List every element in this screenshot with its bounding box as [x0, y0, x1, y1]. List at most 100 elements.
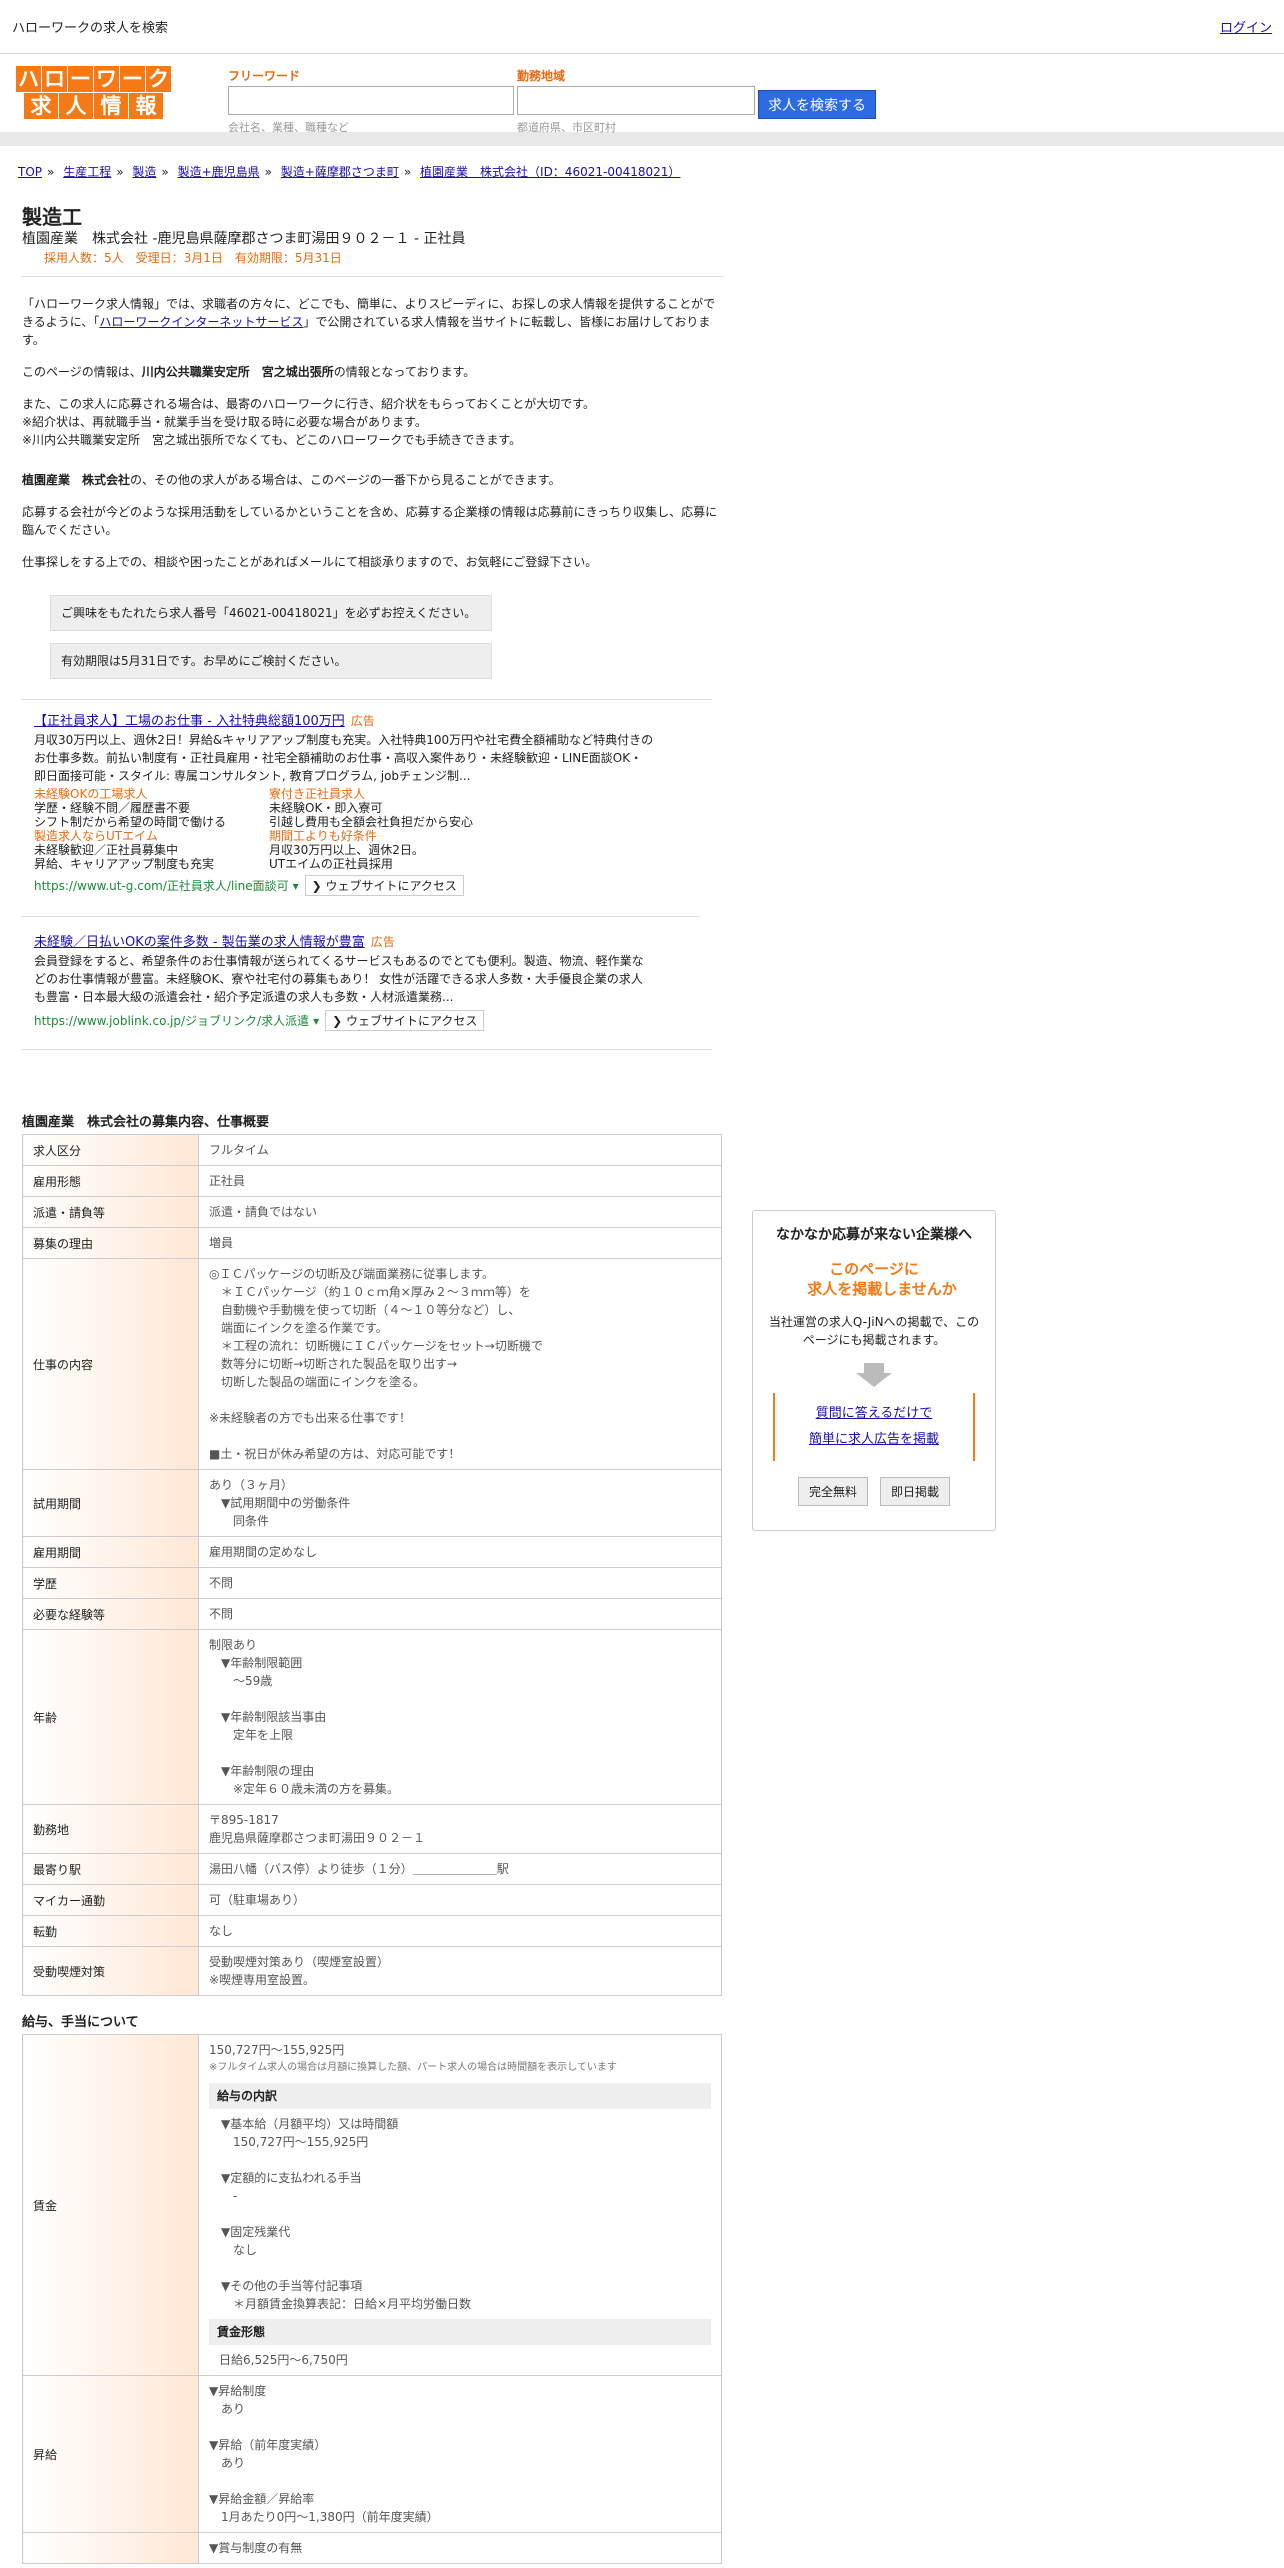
ad-title-link[interactable]: 未経験／日払いOKの案件多数 - 製缶業の求人情報が豊富: [34, 935, 365, 950]
area-hint: 都道府県、市区町村: [517, 121, 616, 134]
visit-site-button[interactable]: ❯ ウェブサイトにアクセス: [325, 1010, 485, 1031]
wage-range: 150,727円〜155,925円: [209, 2043, 345, 2057]
row-label: 雇用期間: [22, 1536, 199, 1568]
login-link[interactable]: ログイン: [1220, 17, 1272, 36]
advertise-links: 質問に答えるだけで 簡単に求人広告を掲載: [773, 1393, 975, 1461]
ad-title-link[interactable]: 【正社員求人】工場のお仕事 - 入社特典総額100万円: [34, 714, 345, 729]
breakdown-text: ▼基本給（月額平均）又は時間額 150,727円〜155,925円 ▼定額的に支…: [221, 2117, 472, 2311]
row-label: 学歴: [22, 1567, 199, 1599]
question-link[interactable]: 質問に答えるだけで: [816, 1406, 933, 1421]
breadcrumb-item[interactable]: 製造+鹿児島県: [178, 165, 260, 179]
table-row: 雇用期間 雇用期間の定めなし: [22, 1536, 722, 1568]
main-content: 製造工 植園産業 株式会社 -鹿児島県薩摩郡さつま町湯田９０２－１ - 正社員 …: [22, 192, 724, 2564]
intro-text: の情報となっております。: [333, 365, 476, 379]
ad-sitelink-desc: 未経験歓迎／正社員募集中 昇給、キャリアアップ制度も充実: [34, 843, 215, 871]
table-row: 必要な経験等 不問: [22, 1598, 722, 1630]
breadcrumb-item[interactable]: 製造: [132, 165, 156, 179]
ad-url[interactable]: https://www.ut-g.com/正社員求人/line面談可: [34, 877, 289, 894]
hellowork-internet-link[interactable]: ハローワークインターネットサービス: [99, 315, 303, 329]
row-label: マイカー通勤: [22, 1884, 199, 1916]
row-label: 試用期間: [22, 1469, 199, 1537]
logo-char: ー: [120, 66, 145, 92]
ad-sitelink-desc: 月収30万円以上、週休2日。 UTエイムの正社員採用: [269, 843, 424, 871]
recruit-section-title: 植園産業 株式会社の募集内容、仕事概要: [22, 1115, 270, 1130]
logo-char: 人: [59, 93, 93, 119]
logo-char: 報: [129, 93, 163, 119]
same-day-button[interactable]: 即日掲載: [880, 1477, 951, 1506]
table-row: 試用期間 あり（３ヶ月） ▼試用期間中の労働条件 同条件: [22, 1469, 722, 1537]
ad-sitelink-title[interactable]: 未経験OKの工場求人: [34, 787, 147, 801]
table-row: 賃金 150,727円〜155,925円 ※フルタイム求人の場合は月額に換算した…: [22, 2034, 722, 2376]
intro: 「ハローワーク求人情報」では、求職者の方々に、どこでも、簡単に、よりスピーディに…: [22, 295, 724, 571]
ad-url-row: https://www.ut-g.com/正社員求人/line面談可 ▾ ❯ ウェブ…: [34, 875, 700, 896]
table-row: 受動喫煙対策 受動喫煙対策あり（喫煙室設置） ※喫煙専用室設置。: [22, 1946, 722, 1996]
breadcrumb-item[interactable]: 植園産業 株式会社（ID：46021-00418021）: [420, 165, 680, 179]
intro-text: の、その他の求人がある場合は、このページの一番下から見ることができます。: [130, 473, 561, 487]
ad-sitelink[interactable]: 寮付き正社員求人 未経験OK・即入寮可 引越し費用も全額会社負担だから安心: [269, 787, 504, 829]
ad-block: 未経験／日払いOKの案件多数 - 製缶業の求人情報が豊富 広告 会員登録をすると、…: [22, 916, 700, 1043]
row-label: 受動喫煙対策: [22, 1946, 199, 1996]
advertise-catch-line: 求人を掲載しませんか: [807, 1280, 957, 1298]
table-row: 学歴 不問: [22, 1567, 722, 1599]
row-value: 湯田八幡（バス停）より徒歩（１分）＿＿＿＿＿＿＿駅: [198, 1853, 722, 1885]
row-value: 受動喫煙対策あり（喫煙室設置） ※喫煙専用室設置。: [198, 1946, 722, 1996]
breadcrumb-item[interactable]: 製造+薩摩郡さつま町: [281, 165, 399, 179]
table-row: 年齢 制限あり ▼年齢制限範囲 ～59歳 ▼年齢制限該当事由 定年を上限 ▼年齢制…: [22, 1629, 722, 1805]
top-bar: ハローワークの求人を検索 ログイン: [0, 0, 1284, 54]
search-button[interactable]: 求人を検索する: [758, 90, 876, 119]
caret-down-icon[interactable]: ▾: [313, 1014, 319, 1028]
ad-sitelink[interactable]: 期間工よりも好条件 月収30万円以上、週休2日。 UTエイムの正社員採用: [269, 829, 504, 871]
logo-char: ワ: [94, 66, 119, 92]
breadcrumb-item[interactable]: TOP: [18, 165, 42, 179]
table-row: 昇給 ▼昇給制度 あり ▼昇給（前年度実績） あり ▼昇給金額／昇給率 1月あた…: [22, 2375, 722, 2533]
recruit-table: 求人区分 フルタイム 雇用形態 正社員 派遣・請負等 派遣・請負ではない 募集の理由増…: [22, 1134, 722, 1996]
ad-tag: 広告: [350, 714, 375, 728]
row-value: 増員: [198, 1227, 722, 1259]
ad-description: 会員登録をすると、希望条件のお仕事情報が送られてくるサービスもあるのでとても便利…: [34, 954, 644, 1004]
table-row: 転勤 なし: [22, 1915, 722, 1947]
caret-down-icon[interactable]: ▾: [293, 879, 299, 893]
row-value: あり（３ヶ月） ▼試用期間中の労働条件 同条件: [198, 1469, 722, 1537]
intro-p6: 仕事探しをする上での、相談や困ったことがあればメールにて相談承りますので、お気軽…: [22, 555, 598, 569]
ad-description: 月収30万円以上、週休2日！昇給&キャリアアップ制度も充実。入社特典100万円や…: [34, 733, 654, 783]
advertise-catch: このページに 求人を掲載しませんか: [763, 1259, 985, 1299]
row-label: [22, 2532, 199, 2564]
hellowork-logo[interactable]: ハ ロ ー ワ ー ク 求 人 情 報: [6, 66, 182, 122]
area-input[interactable]: [517, 86, 755, 115]
breadcrumb: TOP» 生産工程» 製造» 製造+鹿児島県» 製造+薩摩郡さつま町» 植園産業…: [18, 165, 681, 179]
advertise-desc: 当社運営の求人Q-JiNへの掲載で、このページにも掲載されます。: [768, 1315, 980, 1347]
row-value: 150,727円〜155,925円 ※フルタイム求人の場合は月額に換算した額、パ…: [198, 2034, 722, 2376]
ad-sitelink[interactable]: 製造求人ならUTエイム 未経験歓迎／正社員募集中 昇給、キャリアアップ制度も充実: [34, 829, 269, 871]
row-label: 昇給: [22, 2375, 199, 2533]
salary-section-title: 給与、手当について: [22, 2015, 139, 2030]
notice-job-number: ご興味をもたれたら求人番号「46021-00418021」を必ずお控えください。: [50, 595, 492, 631]
row-label: 賃金: [22, 2034, 199, 2376]
site-title: ハローワークの求人を検索: [12, 21, 169, 36]
advertise-buttons: 完全無料 即日掲載: [763, 1477, 985, 1506]
row-value: 正社員: [198, 1165, 722, 1197]
company-name: 植園産業 株式会社: [22, 473, 131, 487]
free-button[interactable]: 完全無料: [797, 1477, 868, 1506]
keyword-input[interactable]: [228, 86, 514, 115]
wage-form-text: 日給6,525円〜6,750円: [219, 2353, 348, 2367]
ad-url[interactable]: https://www.joblink.co.jp/ジョブリンク/求人派遣: [34, 1012, 309, 1029]
breadcrumb-item[interactable]: 生産工程: [63, 165, 111, 179]
row-value: ▼賞与制度の有無: [198, 2532, 722, 2564]
visit-site-button[interactable]: ❯ ウェブサイトにアクセス: [304, 875, 464, 896]
ad-sitelink[interactable]: 未経験OKの工場求人 学歴・経験不問／履歴書不要 シフト制だから希望の時間で働ける: [34, 787, 269, 829]
post-ad-link[interactable]: 簡単に求人広告を掲載: [809, 1432, 939, 1447]
logo-char: ク: [146, 66, 171, 92]
ad-sitelink-title[interactable]: 寮付き正社員求人: [269, 787, 365, 801]
wage-note: ※フルタイム求人の場合は月額に換算した額、パート求人の場合は時間額を表示していま…: [209, 2062, 617, 2073]
logo-char: ハ: [16, 66, 41, 92]
ad-sitelink-title[interactable]: 製造求人ならUTエイム: [34, 829, 158, 843]
search-header: ハ ロ ー ワ ー ク 求 人 情 報 フリーワード 会社名、業種、職種など 勤…: [0, 54, 1284, 146]
ad-sitelink-desc: 学歴・経験不問／履歴書不要 シフト制だから希望の時間で働ける: [34, 801, 227, 829]
row-value: 不問: [198, 1567, 722, 1599]
advertise-title: なかなか応募が来ない企業様へ: [776, 1227, 972, 1243]
logo-char: ロ: [42, 66, 67, 92]
ad-sitelinks: 未経験OKの工場求人 学歴・経験不問／履歴書不要 シフト制だから希望の時間で働ける…: [34, 787, 504, 871]
advertise-box: なかなか応募が来ない企業様へ このページに 求人を掲載しませんか 当社運営の求人…: [752, 1210, 996, 1531]
row-label: 仕事の内容: [22, 1258, 199, 1470]
ad-sitelink-title[interactable]: 期間工よりも好条件: [269, 829, 377, 843]
